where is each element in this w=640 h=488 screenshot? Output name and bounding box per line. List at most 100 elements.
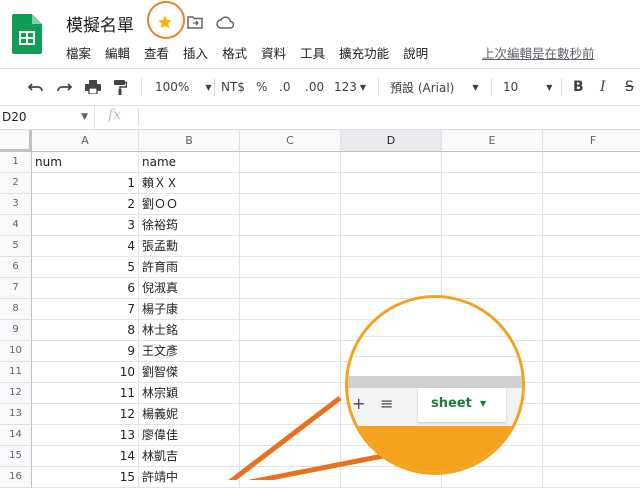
row-header[interactable]: 5 — [0, 236, 32, 257]
cell-a[interactable]: 3 — [32, 215, 139, 236]
menu-file[interactable]: 檔案 — [66, 43, 91, 62]
cell-c[interactable] — [240, 425, 341, 446]
add-sheet-icon[interactable]: + — [352, 394, 365, 413]
cell-c[interactable] — [240, 299, 341, 320]
cell-a[interactable]: 6 — [32, 278, 139, 299]
row-header[interactable]: 4 — [0, 215, 32, 236]
cell-a[interactable]: 7 — [32, 299, 139, 320]
last-edit-link[interactable]: 上次編輯是在數秒前 — [482, 43, 595, 62]
percent-format-button[interactable]: % — [256, 69, 267, 105]
bold-button[interactable]: B — [573, 69, 584, 105]
row-header[interactable]: 1 — [0, 152, 32, 173]
cell-f[interactable] — [543, 257, 640, 278]
paint-format-icon[interactable] — [113, 69, 127, 105]
cell-c[interactable] — [240, 362, 341, 383]
cell-d[interactable] — [341, 257, 442, 278]
row-header[interactable]: 12 — [0, 383, 32, 404]
cell-f[interactable] — [543, 404, 640, 425]
cell-b[interactable]: 許靖中 — [139, 467, 240, 488]
row-header[interactable]: 15 — [0, 446, 32, 467]
column-header-c[interactable]: C — [240, 130, 341, 152]
star-icon[interactable] — [156, 13, 174, 31]
cell-c[interactable] — [240, 467, 341, 488]
cell-f[interactable] — [543, 341, 640, 362]
sheet-tab[interactable]: sheet ▼ — [418, 388, 506, 422]
cell-c[interactable] — [240, 194, 341, 215]
cell-c[interactable] — [240, 173, 341, 194]
cell-b[interactable]: 楊義妮 — [139, 404, 240, 425]
doc-title[interactable]: 模擬名單 — [66, 11, 134, 36]
cell-b[interactable]: 廖偉佳 — [139, 425, 240, 446]
row-header[interactable]: 13 — [0, 404, 32, 425]
cell-b[interactable]: 倪淑真 — [139, 278, 240, 299]
cell-c[interactable] — [240, 257, 341, 278]
cell-a[interactable]: 13 — [32, 425, 139, 446]
all-sheets-icon[interactable]: ≡ — [380, 394, 393, 413]
increase-decimal-button[interactable]: .00 — [305, 69, 324, 105]
menu-format[interactable]: 格式 — [222, 43, 247, 62]
cell-f[interactable] — [543, 425, 640, 446]
cell-b[interactable]: 林宗穎 — [139, 383, 240, 404]
cell-d[interactable] — [341, 194, 442, 215]
column-header-f[interactable]: F — [543, 130, 640, 152]
cell-f[interactable] — [543, 467, 640, 488]
cell-a[interactable]: 9 — [32, 341, 139, 362]
cell-b[interactable]: 王文彥 — [139, 341, 240, 362]
row-header[interactable]: 14 — [0, 425, 32, 446]
cell-b[interactable]: 楊子康 — [139, 299, 240, 320]
cell-e[interactable] — [442, 194, 543, 215]
cell-b[interactable]: 張孟勳 — [139, 236, 240, 257]
column-header-b[interactable]: B — [139, 130, 240, 152]
row-header[interactable]: 6 — [0, 257, 32, 278]
currency-format-button[interactable]: NT$ — [221, 69, 245, 105]
row-header[interactable]: 11 — [0, 362, 32, 383]
cell-d[interactable] — [341, 215, 442, 236]
cell-f[interactable] — [543, 299, 640, 320]
menu-help[interactable]: 說明 — [403, 43, 428, 62]
cell-d[interactable] — [341, 173, 442, 194]
menu-insert[interactable]: 插入 — [183, 43, 208, 62]
cell-b[interactable]: 許育雨 — [139, 257, 240, 278]
strikethrough-button[interactable]: S — [625, 69, 634, 105]
cell-a[interactable]: 4 — [32, 236, 139, 257]
cell-a[interactable]: 10 — [32, 362, 139, 383]
cell-a[interactable]: 11 — [32, 383, 139, 404]
cell-a[interactable]: 12 — [32, 404, 139, 425]
cell-c[interactable] — [240, 446, 341, 467]
cell-c[interactable] — [240, 341, 341, 362]
cell-c[interactable] — [240, 215, 341, 236]
cell-b[interactable]: 林凱吉 — [139, 446, 240, 467]
cell-b[interactable]: 劉ＯＯ — [139, 194, 240, 215]
cell-f[interactable] — [543, 278, 640, 299]
sheets-logo-icon[interactable] — [12, 14, 42, 54]
cell-e[interactable] — [442, 236, 543, 257]
cell-f[interactable] — [543, 215, 640, 236]
cell-e[interactable] — [442, 278, 543, 299]
print-icon[interactable] — [85, 69, 101, 105]
row-header[interactable]: 16 — [0, 467, 32, 488]
redo-icon[interactable] — [56, 69, 72, 105]
select-all-corner[interactable] — [0, 130, 32, 152]
menu-data[interactable]: 資料 — [261, 43, 286, 62]
row-header[interactable]: 9 — [0, 320, 32, 341]
font-family-select[interactable]: 預設 (Arial) ▼ — [390, 69, 479, 105]
column-header-a[interactable]: A — [32, 130, 139, 152]
cell-f[interactable] — [543, 173, 640, 194]
cell-c[interactable] — [240, 320, 341, 341]
cell-f[interactable] — [543, 362, 640, 383]
cell-f[interactable] — [543, 194, 640, 215]
menu-tools[interactable]: 工具 — [300, 43, 325, 62]
cell-a[interactable]: num — [32, 152, 139, 173]
italic-button[interactable]: I — [600, 69, 606, 105]
horizontal-scrollbar[interactable] — [348, 376, 522, 388]
cell-a[interactable]: 8 — [32, 320, 139, 341]
cell-f[interactable] — [543, 446, 640, 467]
cell-b[interactable]: 徐裕筠 — [139, 215, 240, 236]
formula-input[interactable] — [145, 105, 635, 129]
undo-icon[interactable] — [28, 69, 44, 105]
zoom-select[interactable]: 100% ▼ — [155, 69, 211, 105]
menu-view[interactable]: 查看 — [144, 43, 169, 62]
move-to-folder-icon[interactable] — [186, 13, 204, 31]
cell-b[interactable]: 林士銘 — [139, 320, 240, 341]
cell-e[interactable] — [442, 215, 543, 236]
